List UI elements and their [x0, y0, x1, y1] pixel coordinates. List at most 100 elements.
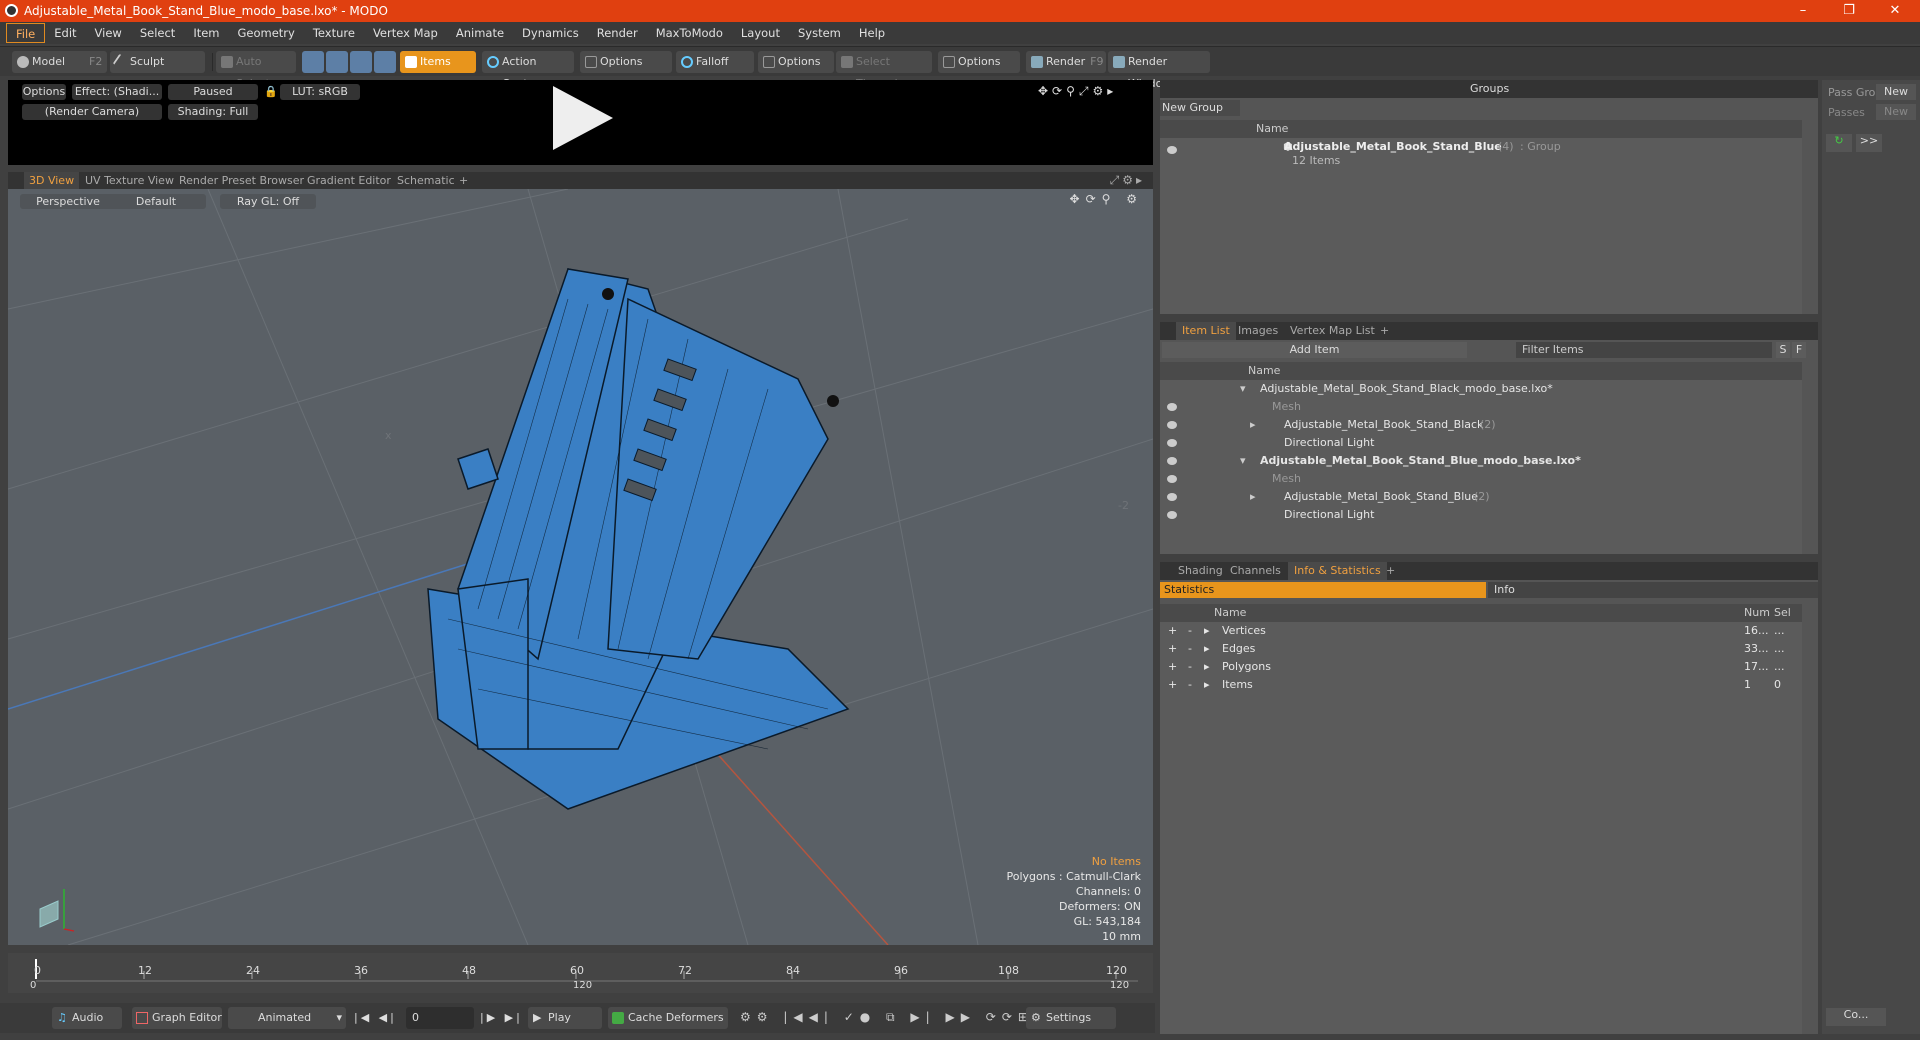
settings-button[interactable]: ⚙ Settings — [1026, 1007, 1116, 1029]
render-window-button[interactable]: Render Window — [1108, 51, 1210, 90]
paused-button[interactable]: Paused — [168, 84, 258, 100]
stats-row[interactable]: + - ▸ Vertices 16...... — [1160, 622, 1800, 640]
camera-dropdown[interactable]: (Render Camera) — [22, 104, 162, 120]
new-group-button[interactable]: New Group — [1160, 100, 1240, 116]
render-button[interactable]: Render F9 — [1026, 51, 1106, 73]
menu-geometry[interactable]: Geometry — [229, 23, 304, 43]
sculpt-mode-button[interactable]: Sculpt — [110, 51, 205, 73]
list-item[interactable]: Directional Light — [1160, 434, 1800, 452]
projection-dropdown[interactable]: Perspective — [20, 194, 116, 209]
tab-uv-texture-view[interactable]: UV Texture View — [80, 172, 179, 190]
tab-gradient-editor[interactable]: Gradient Editor — [302, 172, 396, 190]
expand-icon[interactable]: ▾ — [1240, 380, 1246, 398]
statistics-tab[interactable]: Statistics — [1160, 582, 1486, 598]
action-center-options-button[interactable]: Options — [580, 51, 672, 73]
menu-system[interactable]: System — [789, 23, 850, 43]
list-item[interactable]: Mesh — [1160, 470, 1800, 488]
menu-help[interactable]: Help — [850, 23, 894, 43]
graph-editor-button[interactable]: Graph Editor — [132, 1007, 222, 1029]
add-tab-button[interactable]: + — [1374, 322, 1395, 340]
polygons-mode-button[interactable] — [350, 51, 372, 73]
menu-select[interactable]: Select — [131, 23, 184, 43]
new-pass-button[interactable]: New — [1876, 104, 1916, 120]
add-tab-button[interactable]: + — [1380, 562, 1401, 580]
preview-nav-icons[interactable]: ✥⟳⚲⤢⚙▸ — [1038, 84, 1117, 99]
co-button[interactable]: Co... — [1826, 1008, 1886, 1026]
auto-select-button[interactable]: Auto Select — [216, 51, 296, 90]
refresh-icon[interactable]: ↻ — [1826, 134, 1852, 152]
lock-icon[interactable]: 🔒 — [264, 84, 278, 100]
list-item[interactable]: ▾ Adjustable_Metal_Book_Stand_Blue_modo_b… — [1160, 452, 1800, 470]
3d-viewport[interactable]: Perspective Default Ray GL: Off ✥⟳⚲ ⚙ x … — [8, 189, 1153, 945]
add-item-dropdown[interactable]: Add Item — [1162, 342, 1467, 358]
play-icon[interactable] — [553, 86, 613, 150]
tab-item-list[interactable]: Item List — [1176, 322, 1236, 340]
vertices-mode-button[interactable] — [302, 51, 324, 73]
stats-row[interactable]: + - ▸ Items 1 0 — [1160, 676, 1800, 694]
stats-row[interactable]: + - ▸ Edges 33...... — [1160, 640, 1800, 658]
play-button[interactable]: ▶ Play — [528, 1007, 602, 1029]
menu-view[interactable]: View — [86, 23, 131, 43]
select-through-button[interactable]: Select Through — [836, 51, 932, 90]
menu-maxtomodo[interactable]: MaxToModo — [647, 23, 732, 43]
more-button[interactable]: >> — [1856, 134, 1882, 152]
list-item[interactable]: Directional Light — [1160, 506, 1800, 524]
falloff-options-button[interactable]: Options — [758, 51, 834, 73]
animated-dropdown[interactable]: Animated ▾ — [228, 1007, 346, 1029]
eye-icon[interactable] — [1167, 146, 1177, 154]
tab-shading[interactable]: Shading — [1172, 562, 1229, 580]
close-button[interactable]: ✕ — [1872, 0, 1918, 22]
groups-list[interactable]: ⬢ Adjustable_Metal_Book_Stand_Blue (4) :… — [1160, 138, 1802, 314]
s-button[interactable]: S — [1776, 342, 1790, 358]
falloff-button[interactable]: Falloff — [676, 51, 754, 73]
eye-icon[interactable] — [1167, 421, 1177, 429]
cache-deformers-button[interactable]: Cache Deformers — [608, 1007, 728, 1029]
menu-vertex-map[interactable]: Vertex Map — [364, 23, 447, 43]
menu-file[interactable]: File — [6, 23, 46, 43]
jump-start-icons[interactable]: |◀ ◀| — [354, 1011, 397, 1024]
tab-schematic[interactable]: Schematic — [392, 172, 460, 190]
tab-render-preset-browser[interactable]: Render Preset Browser — [174, 172, 309, 190]
items-mode-button[interactable]: Items — [400, 51, 476, 73]
effect-dropdown[interactable]: Effect: (Shadi... — [72, 84, 162, 100]
step-forward-icons[interactable]: |▶ ▶| — [480, 1011, 523, 1024]
expand-icon[interactable]: ▸ — [1250, 416, 1256, 434]
f-button[interactable]: F — [1792, 342, 1806, 358]
raygl-dropdown[interactable]: Ray GL: Off — [220, 194, 316, 209]
item-list-rows[interactable]: ▾ Adjustable_Metal_Book_Stand_Black_modo_… — [1160, 380, 1802, 554]
menu-render[interactable]: Render — [588, 23, 647, 43]
eye-icon[interactable] — [1167, 439, 1177, 447]
edges-mode-button[interactable] — [326, 51, 348, 73]
eye-icon[interactable] — [1167, 457, 1177, 465]
eye-icon[interactable] — [1167, 511, 1177, 519]
materials-mode-button[interactable] — [374, 51, 396, 73]
list-item[interactable]: Mesh — [1160, 398, 1800, 416]
viewport-nav-icons[interactable]: ✥⟳⚲ ⚙ — [1070, 192, 1143, 206]
frame-input[interactable]: 0 — [406, 1007, 474, 1029]
list-item[interactable]: ▸ Adjustable_Metal_Book_Stand_Black (2) — [1160, 416, 1800, 434]
expand-icon[interactable]: ▸ — [1250, 488, 1256, 506]
tab-vertex-map-list[interactable]: Vertex Map List — [1284, 322, 1381, 340]
menu-edit[interactable]: Edit — [45, 23, 85, 43]
key-tool-icons[interactable]: ⚙⚙ |◀◀| ✓● ⧉ ▶| ▶▶ ⟳⟳⊞ — [740, 1010, 1034, 1025]
eye-icon[interactable] — [1167, 493, 1177, 501]
select-through-options-button[interactable]: Options — [938, 51, 1020, 73]
eye-icon[interactable] — [1167, 475, 1177, 483]
menu-animate[interactable]: Animate — [447, 23, 513, 43]
info-tab[interactable]: Info — [1488, 582, 1818, 598]
tab-info-statistics[interactable]: Info & Statistics — [1288, 562, 1387, 580]
menu-dynamics[interactable]: Dynamics — [513, 23, 588, 43]
maximize-button[interactable]: ❐ — [1826, 0, 1872, 22]
timeline[interactable]: 0 12 24 36 48 60 72 84 96 108 120 0 120 … — [8, 953, 1153, 993]
minimize-button[interactable]: – — [1780, 0, 1826, 22]
preview-options-button[interactable]: Options — [22, 84, 66, 100]
list-item[interactable]: ▾ Adjustable_Metal_Book_Stand_Black_modo_… — [1160, 380, 1800, 398]
model-mode-button[interactable]: Model F2 — [12, 51, 107, 73]
new-pass-group-button[interactable]: New — [1876, 84, 1916, 100]
lut-dropdown[interactable]: LUT: sRGB — [280, 84, 360, 100]
group-name[interactable]: Adjustable_Metal_Book_Stand_Blue — [1284, 140, 1502, 153]
add-tab-button[interactable]: + — [454, 172, 473, 190]
tab-channels[interactable]: Channels — [1224, 562, 1287, 580]
filter-items-input[interactable]: Filter Items — [1516, 342, 1772, 358]
tab-3d-view[interactable]: 3D View — [24, 172, 80, 190]
